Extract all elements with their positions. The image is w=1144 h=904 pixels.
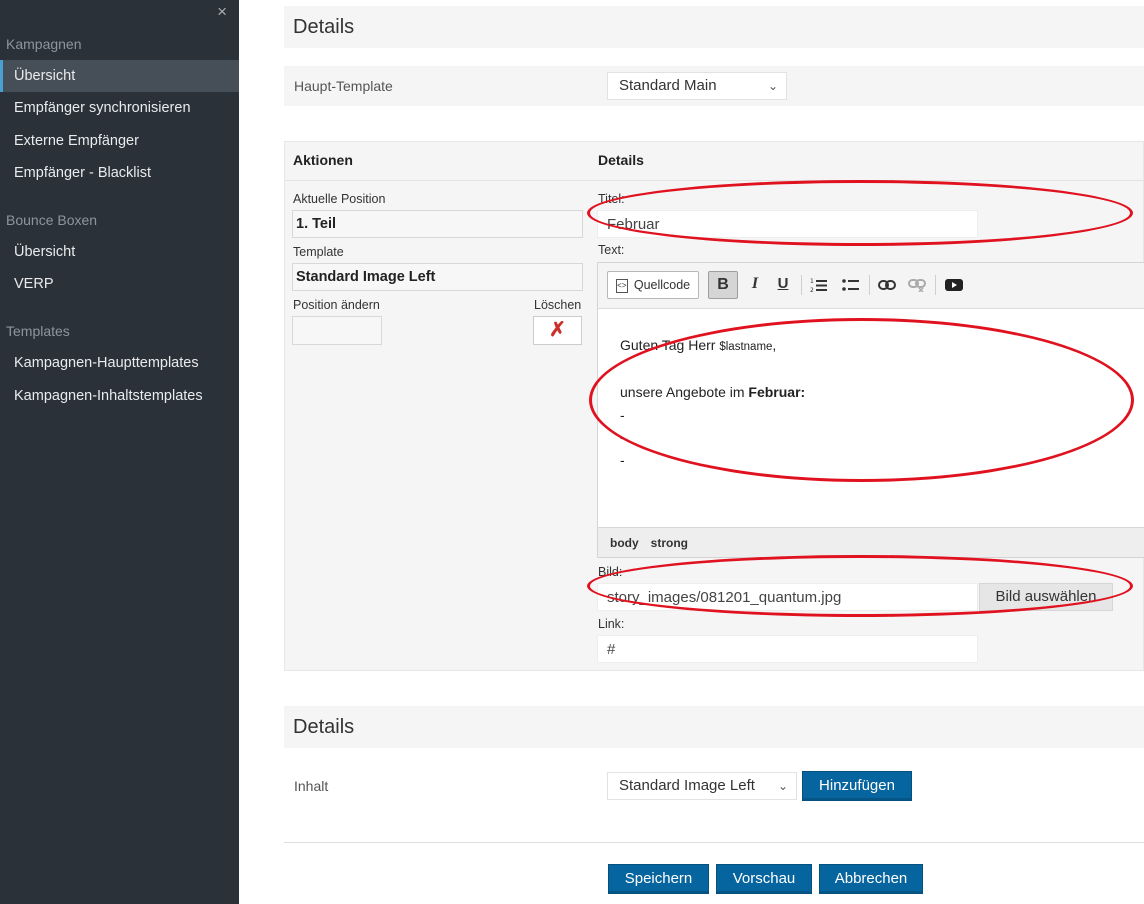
main-content: Details Haupt-Template Standard Main ⌄ A… xyxy=(284,0,1144,904)
add-button[interactable]: Hinzufügen xyxy=(802,771,912,801)
image-label: Bild: xyxy=(598,565,623,579)
greeting-line: Guten Tag Herr $lastname, xyxy=(620,334,1144,359)
status-path-strong[interactable]: strong xyxy=(651,536,688,550)
delete-button[interactable]: ✗ xyxy=(533,316,582,345)
details-column-header: Details xyxy=(598,152,644,168)
choose-image-button[interactable]: Bild auswählen xyxy=(979,583,1113,611)
sidebar-item-kampagnen-haupttemplates[interactable]: Kampagnen-Haupttemplates xyxy=(0,347,239,379)
main-template-label: Haupt-Template xyxy=(294,78,393,94)
status-path-body[interactable]: body xyxy=(610,536,639,550)
rich-text-editor[interactable]: <> Quellcode B I U 1 2 Guten Tag Herr $l… xyxy=(597,262,1144,558)
link-label: Link: xyxy=(598,617,625,631)
current-position-field: 1. Teil xyxy=(292,210,583,238)
change-position-label: Position ändern xyxy=(293,298,380,312)
sidebar-item-externe-empfaenger[interactable]: Externe Empfänger xyxy=(0,125,239,157)
link-icon xyxy=(878,280,896,291)
sidebar-group-templates: Templates xyxy=(6,323,70,339)
underline-button[interactable]: U xyxy=(772,271,794,299)
list-dash: - xyxy=(620,406,625,423)
template-field: Standard Image Left xyxy=(292,263,583,291)
link-input[interactable]: # xyxy=(597,635,978,663)
close-icon[interactable]: × xyxy=(217,2,227,22)
content-part-editor: Aktionen Details Aktuelle Position 1. Te… xyxy=(284,141,1144,671)
bullet-list-button[interactable] xyxy=(840,271,862,299)
video-button[interactable] xyxy=(942,271,966,299)
current-position-label: Aktuelle Position xyxy=(293,192,386,206)
delete-label: Löschen xyxy=(534,298,582,312)
sidebar-item-empfaenger-blacklist[interactable]: Empfänger - Blacklist xyxy=(0,157,239,189)
toolbar-separator xyxy=(869,275,870,295)
bold-button[interactable]: B xyxy=(708,271,738,299)
offers-text: unsere Angebote im xyxy=(620,384,749,400)
header-divider xyxy=(285,180,1144,181)
list-dash: - xyxy=(620,429,625,445)
toolbar-separator xyxy=(801,275,802,295)
editor-content[interactable]: Guten Tag Herr $lastname, unsere Angebot… xyxy=(598,310,1144,527)
link-button[interactable] xyxy=(876,271,898,299)
italic-button[interactable]: I xyxy=(744,271,766,299)
title-input[interactable]: Februar xyxy=(597,210,978,238)
numbered-list-button[interactable]: 1 2 xyxy=(808,271,830,299)
svg-text:1: 1 xyxy=(810,278,814,285)
image-path-input[interactable]: story_images/081201_quantum.jpg xyxy=(597,583,978,611)
bullet-list-icon xyxy=(842,279,859,292)
unlink-icon xyxy=(908,279,926,293)
chevron-down-icon: ⌄ xyxy=(767,79,778,93)
delete-x-icon: ✗ xyxy=(549,319,566,341)
template-label: Template xyxy=(293,245,344,259)
footer-divider xyxy=(284,842,1144,843)
offers-month-bold: Februar: xyxy=(748,384,806,400)
sidebar-group-kampagnen: Kampagnen xyxy=(6,36,82,52)
chevron-down-icon: ⌄ xyxy=(777,779,788,793)
change-position-input[interactable] xyxy=(292,316,382,345)
actions-column-header: Aktionen xyxy=(293,152,353,168)
svg-text:2: 2 xyxy=(810,287,814,293)
main-template-select[interactable]: Standard Main ⌄ xyxy=(607,72,787,100)
save-button[interactable]: Speichern xyxy=(608,864,709,894)
video-icon xyxy=(945,279,963,292)
sidebar-item-bounce-uebersicht[interactable]: Übersicht xyxy=(0,236,239,268)
source-code-label: Quellcode xyxy=(633,278,691,292)
offers-line: unsere Angebote im Februar: xyxy=(620,381,1144,404)
toolbar-separator xyxy=(935,275,936,295)
text-label: Text: xyxy=(598,243,625,257)
preview-button[interactable]: Vorschau xyxy=(716,864,812,894)
sidebar-group-bounce-boxen: Bounce Boxen xyxy=(6,212,98,228)
sidebar-item-verp[interactable]: VERP xyxy=(0,268,239,300)
list-dash: - xyxy=(620,451,625,468)
content-label: Inhalt xyxy=(294,778,329,794)
source-code-icon: <> xyxy=(615,278,628,293)
unlink-button[interactable] xyxy=(906,271,928,299)
sidebar-item-empfaenger-synchronisieren[interactable]: Empfänger synchronisieren xyxy=(0,92,239,124)
main-template-value: Standard Main xyxy=(619,77,717,94)
cancel-button[interactable]: Abbrechen xyxy=(819,864,923,894)
greeting-suffix: , xyxy=(772,337,777,353)
sidebar: × Kampagnen Übersicht Empfänger synchron… xyxy=(0,0,239,904)
title-label: Titel: xyxy=(598,192,625,206)
content-template-select[interactable]: Standard Image Left ⌄ xyxy=(607,772,797,800)
empty-line xyxy=(620,359,1144,382)
sidebar-item-kampagnen-inhaltstemplates[interactable]: Kampagnen-Inhaltstemplates xyxy=(0,380,239,412)
editor-statusbar: body strong xyxy=(598,527,1144,557)
numbered-list-icon: 1 2 xyxy=(810,278,827,294)
sidebar-item-kampagnen-uebersicht[interactable]: Übersicht xyxy=(0,60,239,92)
details-heading-2: Details xyxy=(284,706,1144,748)
editor-toolbar: <> Quellcode B I U 1 2 xyxy=(598,263,1144,309)
details-heading: Details xyxy=(284,6,1144,48)
lastname-variable: $lastname xyxy=(719,341,773,353)
content-template-value: Standard Image Left xyxy=(619,777,755,794)
source-code-button[interactable]: <> Quellcode xyxy=(607,271,699,299)
greeting-text: Guten Tag Herr xyxy=(620,337,720,353)
